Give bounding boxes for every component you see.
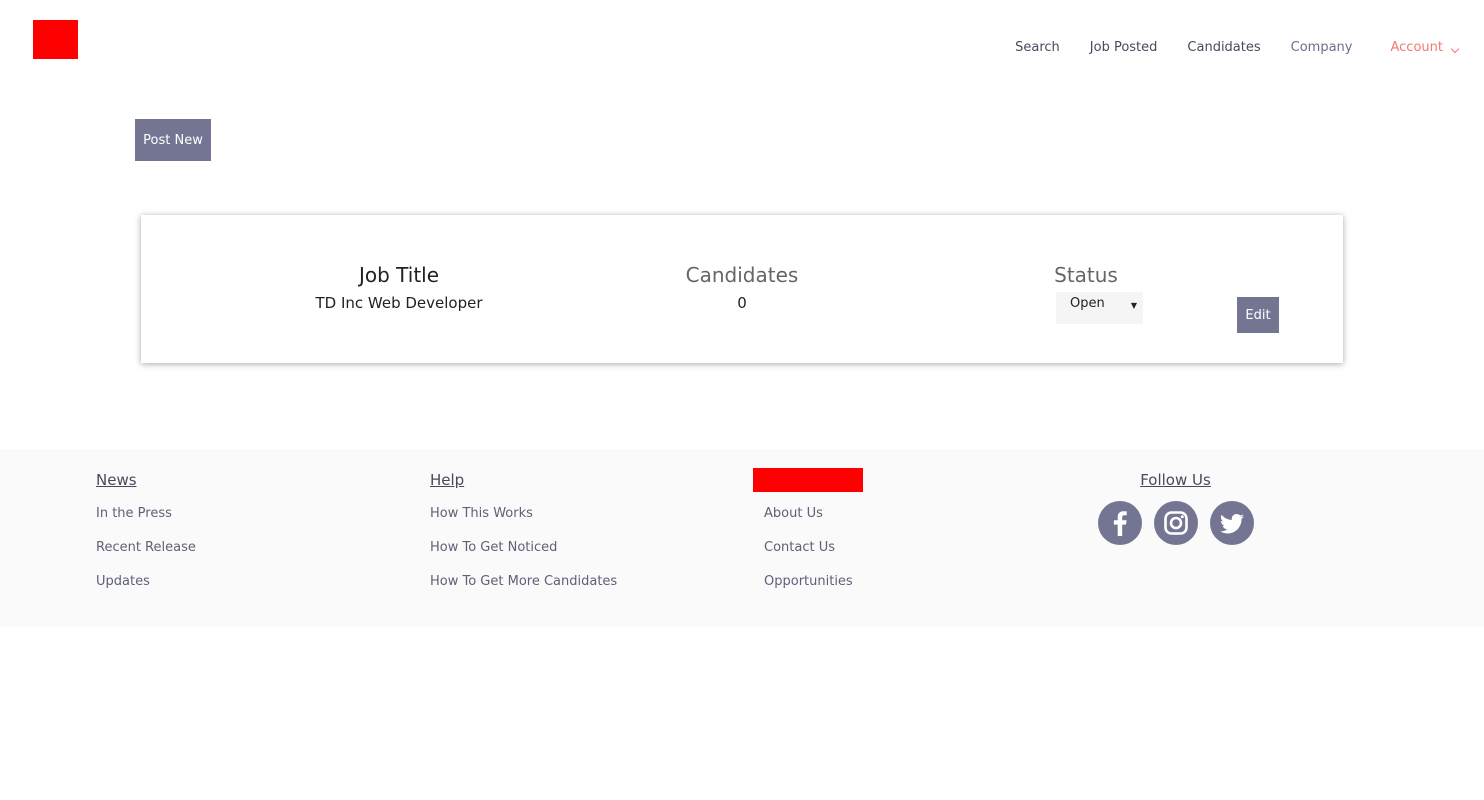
footer-help-column: Help How This Works How To Get Noticed H… [430, 471, 617, 590]
caret-down-icon: ▼ [1130, 301, 1137, 310]
candidates-count: 0 [737, 294, 747, 312]
status-select[interactable]: Open ▼ [1056, 292, 1143, 324]
nav-candidates[interactable]: Candidates [1187, 40, 1260, 55]
edit-button[interactable]: Edit [1237, 297, 1279, 333]
footer-follow-column: Follow Us [1098, 471, 1254, 545]
footer-link-updates[interactable]: Updates [96, 574, 196, 590]
redacted-heading [753, 468, 863, 492]
candidates-column: Candidates 0 [611, 263, 873, 313]
nav-company[interactable]: Company [1291, 40, 1353, 55]
footer-follow-heading[interactable]: Follow Us [1098, 471, 1253, 489]
job-title-header: Job Title [358, 263, 440, 287]
candidates-header: Candidates [685, 263, 799, 287]
status-select-value: Open [1070, 296, 1105, 311]
footer-link-contact-us[interactable]: Contact Us [764, 540, 853, 556]
footer-company-heading [753, 468, 863, 492]
footer-link-how-to-get-more-candidates[interactable]: How To Get More Candidates [430, 574, 617, 590]
site-footer: News In the Press Recent Release Updates… [0, 449, 1484, 627]
logo[interactable] [33, 20, 78, 59]
footer-link-about-us[interactable]: About Us [764, 506, 853, 522]
nav-search[interactable]: Search [1015, 40, 1060, 55]
nav-job-posted[interactable]: Job Posted [1090, 40, 1158, 55]
footer-link-in-the-press[interactable]: In the Press [96, 506, 196, 522]
job-card: Job Title TD Inc Web Developer Candidate… [141, 215, 1343, 363]
nav-account-label: Account [1390, 40, 1444, 55]
status-column: Status [987, 263, 1185, 287]
twitter-icon[interactable] [1210, 501, 1254, 545]
main-nav: Search Job Posted Candidates Company Acc… [985, 40, 1460, 55]
footer-link-how-this-works[interactable]: How This Works [430, 506, 617, 522]
footer-news-column: News In the Press Recent Release Updates [96, 471, 196, 590]
footer-link-recent-release[interactable]: Recent Release [96, 540, 196, 556]
post-new-button[interactable]: Post New [135, 119, 211, 161]
site-header: Search Job Posted Candidates Company Acc… [0, 0, 1484, 90]
footer-link-opportunities[interactable]: Opportunities [764, 574, 853, 590]
status-header: Status [1054, 263, 1118, 287]
footer-company-column: About Us Contact Us Opportunities [753, 468, 863, 590]
job-title-value: TD Inc Web Developer [315, 294, 483, 312]
footer-link-how-to-get-noticed[interactable]: How To Get Noticed [430, 540, 617, 556]
footer-help-heading[interactable]: Help [430, 471, 617, 489]
footer-news-heading[interactable]: News [96, 471, 196, 489]
chevron-down-icon [1450, 44, 1460, 54]
job-title-column: Job Title TD Inc Web Developer [269, 263, 529, 313]
nav-account[interactable]: Account [1390, 40, 1460, 55]
instagram-icon[interactable] [1154, 501, 1198, 545]
facebook-icon[interactable] [1098, 501, 1142, 545]
